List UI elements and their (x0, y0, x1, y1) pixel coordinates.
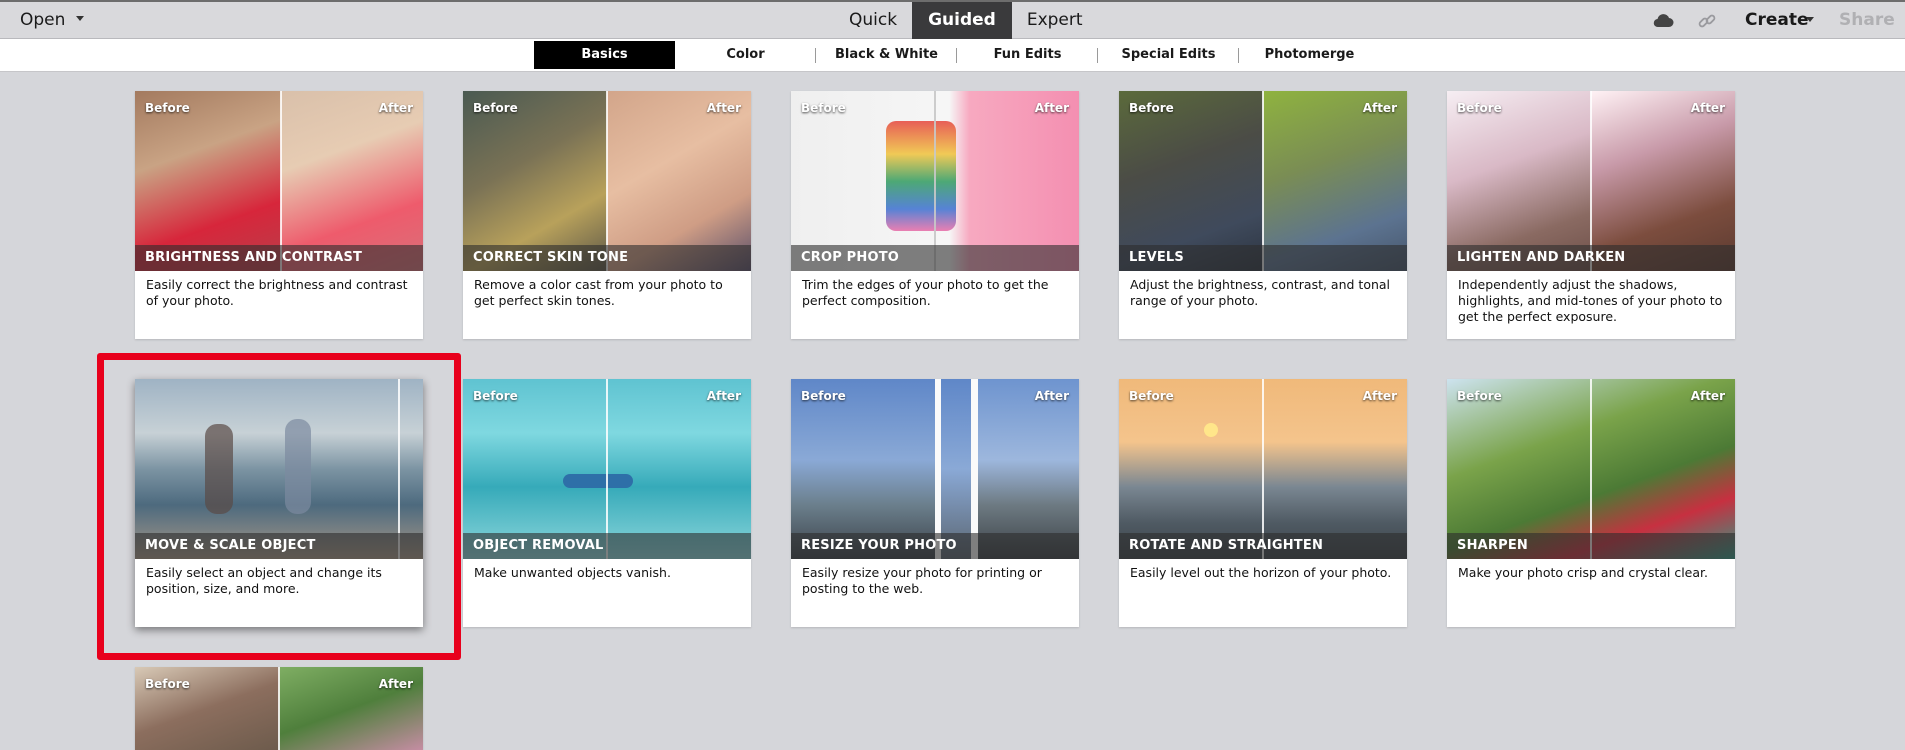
card-partial[interactable]: Before After (135, 667, 423, 750)
card-sharpen[interactable]: Before After SHARPEN Make your photo cri… (1447, 379, 1735, 627)
after-label: After (1690, 389, 1725, 403)
tab-expert[interactable]: Expert (1012, 2, 1098, 39)
card-description: Make your photo crisp and crystal clear. (1458, 565, 1708, 580)
card-resize-photo[interactable]: Before After RESIZE YOUR PHOTO Easily re… (791, 379, 1079, 627)
card-thumbnail: Before After BRIGHTNESS AND CONTRAST (135, 91, 423, 271)
tab-quick[interactable]: Quick (834, 2, 912, 39)
before-label: Before (1129, 389, 1174, 403)
card-description: Independently adjust the shadows, highli… (1458, 277, 1723, 324)
card-description: Make unwanted objects vanish. (474, 565, 671, 580)
card-thumbnail: Before After CORRECT SKIN TONE (463, 91, 751, 271)
card-title-strip: ROTATE AND STRAIGHTEN (1119, 533, 1407, 559)
before-label: Before (1129, 101, 1174, 115)
card-title: CROP PHOTO (801, 250, 900, 265)
card-title: SHARPEN (1457, 538, 1529, 553)
guided-category-bar: Basics Color Black & White Fun Edits Spe… (0, 39, 1905, 72)
subtab-label: Special Edits (1121, 47, 1216, 62)
create-dropdown-caret-icon[interactable] (1806, 17, 1814, 22)
card-description: Easily correct the brightness and contra… (146, 277, 408, 308)
card-thumbnail: Before After LEVELS (1119, 91, 1407, 271)
card-correct-skin-tone[interactable]: Before After CORRECT SKIN TONE Remove a … (463, 91, 751, 339)
card-brightness-contrast[interactable]: Before After BRIGHTNESS AND CONTRAST Eas… (135, 91, 423, 339)
card-thumbnail: Before After OBJECT REMOVAL (463, 379, 751, 559)
card-title-strip: BRIGHTNESS AND CONTRAST (135, 245, 423, 271)
after-label: After (1362, 101, 1397, 115)
open-button[interactable]: Open (20, 10, 65, 30)
after-label: After (1034, 101, 1069, 115)
card-title-strip: LIGHTEN AND DARKEN (1447, 245, 1735, 271)
card-thumbnail: Before After (135, 667, 423, 750)
card-title: LIGHTEN AND DARKEN (1457, 250, 1626, 265)
open-dropdown-caret-icon[interactable] (76, 16, 84, 21)
tab-guided[interactable]: Guided (912, 2, 1012, 39)
before-label: Before (801, 389, 846, 403)
selection-highlight-box (97, 353, 461, 660)
card-title-strip: SHARPEN (1447, 533, 1735, 559)
card-rotate-straighten[interactable]: Before After ROTATE AND STRAIGHTEN Easil… (1119, 379, 1407, 627)
after-label: After (378, 101, 413, 115)
card-title: LEVELS (1129, 250, 1184, 265)
card-description: Remove a color cast from your photo to g… (474, 277, 723, 308)
subtab-special-edits[interactable]: Special Edits (1098, 41, 1239, 69)
card-thumbnail: Before After LIGHTEN AND DARKEN (1447, 91, 1735, 271)
before-label: Before (1457, 101, 1502, 115)
after-label: After (1034, 389, 1069, 403)
card-title: RESIZE YOUR PHOTO (801, 538, 957, 553)
cloud-icon[interactable] (1652, 12, 1674, 32)
card-description: Easily resize your photo for printing or… (802, 565, 1042, 596)
before-label: Before (145, 101, 190, 115)
card-levels[interactable]: Before After LEVELS Adjust the brightnes… (1119, 91, 1407, 339)
card-thumbnail: Before After ROTATE AND STRAIGHTEN (1119, 379, 1407, 559)
share-button[interactable]: Share (1839, 10, 1895, 30)
card-crop-photo[interactable]: Before After CROP PHOTO Trim the edges o… (791, 91, 1079, 339)
card-title: ROTATE AND STRAIGHTEN (1129, 538, 1324, 553)
subtab-label: Fun Edits (993, 47, 1062, 62)
subtab-label: Photomerge (1264, 47, 1355, 62)
subtab-label: Color (726, 47, 765, 62)
guided-category-tabs: Basics Color Black & White Fun Edits Spe… (534, 41, 1380, 69)
card-lighten-darken[interactable]: Before After LIGHTEN AND DARKEN Independ… (1447, 91, 1735, 339)
card-thumbnail: Before After SHARPEN (1447, 379, 1735, 559)
before-label: Before (473, 389, 518, 403)
before-label: Before (473, 101, 518, 115)
card-title-strip: LEVELS (1119, 245, 1407, 271)
after-label: After (706, 101, 741, 115)
card-thumbnail: Before After CROP PHOTO (791, 91, 1079, 271)
card-title: BRIGHTNESS AND CONTRAST (145, 250, 363, 265)
subtab-label: Basics (581, 47, 628, 62)
subtab-label: Black & White (835, 47, 938, 62)
before-label: Before (801, 101, 846, 115)
card-object-removal[interactable]: Before After OBJECT REMOVAL Make unwante… (463, 379, 751, 627)
subtab-photomerge[interactable]: Photomerge (1239, 41, 1380, 69)
after-label: After (706, 389, 741, 403)
before-label: Before (145, 677, 190, 691)
before-label: Before (1457, 389, 1502, 403)
card-title: CORRECT SKIN TONE (473, 250, 629, 265)
link-icon[interactable] (1697, 11, 1717, 35)
card-title-strip: RESIZE YOUR PHOTO (791, 533, 1079, 559)
after-label: After (1362, 389, 1397, 403)
card-description: Trim the edges of your photo to get the … (802, 277, 1049, 308)
create-button[interactable]: Create (1745, 10, 1809, 30)
card-thumbnail: Before After RESIZE YOUR PHOTO (791, 379, 1079, 559)
card-title: OBJECT REMOVAL (473, 538, 604, 553)
top-bar: Open Quick Guided Expert Create Share (0, 0, 1905, 39)
after-label: After (1690, 101, 1725, 115)
subtab-basics[interactable]: Basics (534, 41, 675, 69)
card-title-strip: CROP PHOTO (791, 245, 1079, 271)
mode-tabs: Quick Guided Expert (834, 2, 1098, 39)
card-description: Easily level out the horizon of your pho… (1130, 565, 1392, 580)
card-title-strip: OBJECT REMOVAL (463, 533, 751, 559)
subtab-fun-edits[interactable]: Fun Edits (957, 41, 1098, 69)
subtab-black-white[interactable]: Black & White (816, 41, 957, 69)
after-label: After (378, 677, 413, 691)
card-description: Adjust the brightness, contrast, and ton… (1130, 277, 1391, 308)
subtab-color[interactable]: Color (675, 41, 816, 69)
card-title-strip: CORRECT SKIN TONE (463, 245, 751, 271)
